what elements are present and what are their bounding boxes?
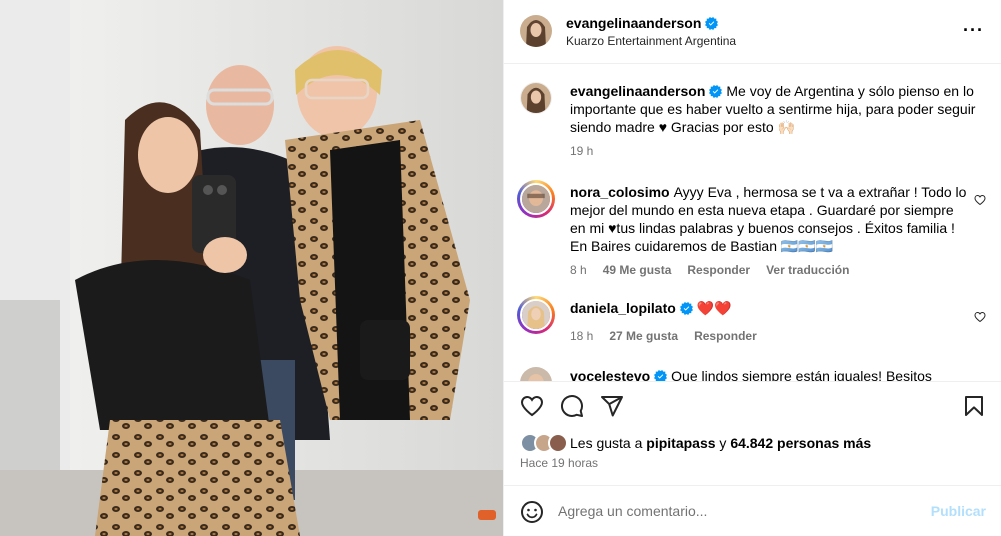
likes-summary[interactable]: Les gusta a pipitapass y 64.842 personas… <box>520 433 871 453</box>
verified-badge-icon <box>705 16 719 30</box>
comment-time[interactable]: 8 h <box>570 263 587 277</box>
comment-item: vocelestevo Que lindos siempre están igua… <box>520 367 986 381</box>
comment-username[interactable]: nora_colosimo <box>570 184 670 200</box>
caption-avatar[interactable] <box>520 82 552 114</box>
comment-item: daniela_lopilato ❤️❤️ 18 h 27 Me gusta Re… <box>517 296 986 347</box>
caption-time[interactable]: 19 h <box>570 144 593 158</box>
post-header: evangelinaanderson Kuarzo Entertainment … <box>504 0 1001 64</box>
comment-text-block: daniela_lopilato ❤️❤️ <box>570 299 970 317</box>
caption-text-block: evangelinaanderson Me voy de Argentina y … <box>570 82 980 136</box>
author-username[interactable]: evangelinaanderson <box>566 15 719 31</box>
comment-username[interactable]: vocelestevo <box>570 368 650 381</box>
comment-likes-count[interactable]: 27 Me gusta <box>609 329 678 343</box>
comment-meta: 8 h 49 Me gusta Responder Ver traducción <box>570 263 849 277</box>
likes-count[interactable]: 64.842 personas más <box>730 435 871 451</box>
likes-text[interactable]: Les gusta a pipitapass y 64.842 personas… <box>570 435 871 451</box>
comment-text: Que lindos siempre están iguales! Besito… <box>671 368 932 381</box>
author-avatar[interactable] <box>520 15 552 47</box>
comment-likes-count[interactable]: 49 Me gusta <box>603 263 672 277</box>
post-location[interactable]: Kuarzo Entertainment Argentina <box>566 34 736 48</box>
comment-input[interactable] <box>558 499 918 523</box>
comment-like-heart-icon[interactable] <box>974 311 986 323</box>
publish-button[interactable]: Publicar <box>931 503 986 519</box>
emoji-icon[interactable] <box>520 500 544 524</box>
commenter-avatar[interactable] <box>520 299 552 331</box>
comments-list[interactable]: evangelinaanderson Me voy de Argentina y … <box>504 65 1001 381</box>
comment-time[interactable]: 18 h <box>570 329 593 343</box>
commenter-avatar[interactable] <box>520 367 552 381</box>
translate-button[interactable]: Ver traducción <box>766 263 849 277</box>
likers-avatars <box>520 433 570 453</box>
reply-button[interactable]: Responder <box>687 263 750 277</box>
comment-icon[interactable] <box>560 394 584 418</box>
verified-badge-icon <box>709 85 723 98</box>
likes-prefix: Les gusta a <box>570 435 647 451</box>
verified-badge-icon <box>654 370 668 381</box>
more-options-icon[interactable]: ··· <box>963 21 984 39</box>
caption-meta: 19 h <box>570 144 593 158</box>
comment-text-block: vocelestevo Que lindos siempre están igua… <box>570 367 970 381</box>
liker-username[interactable]: pipitapass <box>646 435 715 451</box>
comment-text: ❤️❤️ <box>696 300 732 316</box>
likes-middle: y <box>715 435 731 451</box>
bookmark-icon[interactable] <box>962 394 986 418</box>
add-comment-bar: Publicar <box>504 485 1001 536</box>
post-photo[interactable] <box>0 0 503 536</box>
comment-username[interactable]: daniela_lopilato <box>570 300 676 316</box>
commenter-avatar[interactable] <box>520 183 552 215</box>
verified-badge-icon <box>679 302 693 315</box>
comment-meta: 18 h 27 Me gusta Responder <box>570 329 757 343</box>
comment-text-block: nora_colosimo Ayyy Eva , hermosa se t va … <box>570 183 970 255</box>
reply-button[interactable]: Responder <box>694 329 757 343</box>
story-ring[interactable] <box>517 180 555 218</box>
share-icon[interactable] <box>600 394 624 418</box>
caption-username[interactable]: evangelinaanderson <box>570 83 705 99</box>
post-timestamp[interactable]: Hace 19 horas <box>520 456 598 470</box>
heart-icon[interactable] <box>520 394 544 418</box>
post-actions-bar <box>504 381 1001 429</box>
comment-item: nora_colosimo Ayyy Eva , hermosa se t va … <box>517 180 986 277</box>
comment-like-heart-icon[interactable] <box>974 194 986 206</box>
author-username-text[interactable]: evangelinaanderson <box>566 15 701 31</box>
story-ring[interactable] <box>517 296 555 334</box>
post-sidebar: evangelinaanderson Kuarzo Entertainment … <box>503 0 1001 536</box>
post-caption: evangelinaanderson Me voy de Argentina y … <box>520 82 986 162</box>
